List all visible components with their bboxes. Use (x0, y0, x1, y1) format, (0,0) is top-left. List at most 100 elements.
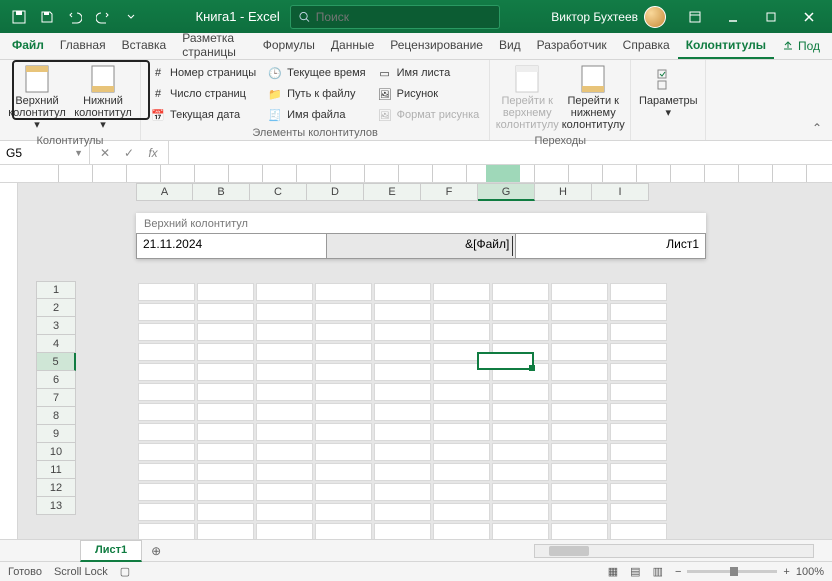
formula-bar: G5 ▼ ✕ ✓ fx (0, 141, 832, 165)
tab-view[interactable]: Вид (491, 33, 529, 59)
fx-icon[interactable]: fx (142, 142, 164, 164)
row-header[interactable]: 6 (36, 371, 76, 389)
horizontal-scrollbar[interactable] (534, 544, 814, 558)
page-header-icon (513, 65, 541, 93)
col-header[interactable]: C (250, 183, 307, 201)
maximize-icon[interactable] (754, 4, 788, 30)
row-header[interactable]: 9 (36, 425, 76, 443)
row-headers[interactable]: 1 2 3 4 5 6 7 8 9 10 11 12 13 (36, 281, 76, 515)
collapse-ribbon-icon[interactable]: ⌃ (808, 120, 826, 136)
tab-page-layout[interactable]: Разметка страницы (174, 33, 254, 59)
column-headers[interactable]: A B C D E F G H I (136, 183, 649, 201)
view-page-break-icon[interactable]: ▥ (653, 565, 663, 578)
status-ready: Готово (8, 566, 42, 578)
file-path-button[interactable]: 📁Путь к файлу (264, 84, 369, 104)
tab-file[interactable]: Файл (4, 33, 52, 59)
picture-icon: 🖼 (378, 87, 392, 101)
row-header[interactable]: 7 (36, 389, 76, 407)
tab-home[interactable]: Главная (52, 33, 114, 59)
row-header[interactable]: 12 (36, 479, 76, 497)
save-icon[interactable] (34, 4, 60, 30)
share-button[interactable]: Под (774, 33, 828, 59)
sheet-tab[interactable]: Лист1 (80, 540, 142, 562)
page-header-icon (23, 65, 51, 93)
tab-help[interactable]: Справка (615, 33, 678, 59)
header-button[interactable]: Верхний колонтитул ▾ (6, 63, 68, 133)
vertical-ruler[interactable] (0, 183, 18, 539)
horizontal-ruler[interactable] (0, 165, 832, 183)
page-number-button[interactable]: #Номер страницы (147, 63, 260, 83)
col-header[interactable]: D (307, 183, 364, 201)
row-header[interactable]: 4 (36, 335, 76, 353)
footer-button[interactable]: Нижний колонтитул ▾ (72, 63, 134, 133)
sheet-tabs: Лист1 ⊕ (0, 539, 832, 561)
row-header[interactable]: 10 (36, 443, 76, 461)
tab-data[interactable]: Данные (323, 33, 382, 59)
col-header[interactable]: E (364, 183, 421, 201)
tab-insert[interactable]: Вставка (114, 33, 175, 59)
file-name-button[interactable]: 🧾Имя файла (264, 105, 369, 125)
current-date-button[interactable]: 📅Текущая дата (147, 105, 260, 125)
ribbon-tabs: Файл Главная Вставка Разметка страницы Ф… (0, 33, 832, 60)
tab-developer[interactable]: Разработчик (529, 33, 615, 59)
tab-icon: ▭ (378, 66, 392, 80)
col-header[interactable]: A (136, 183, 193, 201)
clock-icon: 🕒 (268, 66, 282, 80)
options-button[interactable]: Параметры ▾ (637, 63, 699, 123)
zoom-in-icon[interactable]: + (783, 566, 789, 578)
group-label: Элементы колонтитулов (252, 125, 378, 142)
page-count-button[interactable]: #Число страниц (147, 84, 260, 104)
zoom-control[interactable]: − + 100% (675, 566, 824, 578)
accept-icon[interactable]: ✓ (118, 142, 140, 164)
goto-footer-button[interactable]: Перейти к нижнему колонтитулу (562, 63, 624, 133)
tab-review[interactable]: Рецензирование (382, 33, 491, 59)
hash-icon: # (151, 87, 165, 101)
zoom-out-icon[interactable]: − (675, 566, 681, 578)
header-left[interactable]: 21.11.2024 (137, 234, 326, 258)
header-center[interactable]: &[Файл] (326, 234, 517, 258)
row-header[interactable]: 8 (36, 407, 76, 425)
ribbon-options-icon[interactable] (678, 4, 712, 30)
col-header[interactable]: H (535, 183, 592, 201)
tab-header-footer[interactable]: Колонтитулы (678, 33, 774, 59)
row-header[interactable]: 3 (36, 317, 76, 335)
row-header[interactable]: 1 (36, 281, 76, 299)
view-normal-icon[interactable]: ▦ (608, 565, 618, 578)
formula-input[interactable] (169, 141, 832, 164)
group-label: Переходы (534, 133, 586, 150)
header-row[interactable]: 21.11.2024 &[Файл] Лист1 (136, 233, 706, 259)
picture-button[interactable]: 🖼Рисунок (374, 84, 484, 104)
zoom-slider[interactable] (687, 570, 777, 573)
col-header[interactable]: B (193, 183, 250, 201)
search-input[interactable] (316, 10, 491, 24)
sheet-name-button[interactable]: ▭Имя листа (374, 63, 484, 83)
header-section-label: Верхний колонтитул (136, 213, 706, 233)
header-right[interactable]: Лист1 (516, 234, 705, 258)
autosave-icon[interactable] (6, 4, 32, 30)
qat-dropdown-icon[interactable] (118, 4, 144, 30)
current-time-button[interactable]: 🕒Текущее время (264, 63, 369, 83)
add-sheet-button[interactable]: ⊕ (142, 544, 170, 558)
cell-grid[interactable] (136, 281, 669, 539)
row-header[interactable]: 13 (36, 497, 76, 515)
zoom-level[interactable]: 100% (796, 566, 824, 578)
redo-icon[interactable] (90, 4, 116, 30)
user-account[interactable]: Виктор Бухтеев (551, 6, 666, 28)
page-preview: Верхний колонтитул 21.11.2024 &[Файл] Ли… (136, 213, 706, 259)
row-header[interactable]: 5 (36, 353, 76, 371)
close-icon[interactable] (792, 4, 826, 30)
col-header[interactable]: F (421, 183, 478, 201)
row-header[interactable]: 2 (36, 299, 76, 317)
search-box[interactable] (290, 5, 500, 29)
macro-record-icon[interactable]: ▢ (120, 565, 130, 578)
minimize-icon[interactable] (716, 4, 750, 30)
ribbon: Верхний колонтитул ▾ Нижний колонтитул ▾… (0, 60, 832, 141)
undo-icon[interactable] (62, 4, 88, 30)
row-header[interactable]: 11 (36, 461, 76, 479)
excel-icon: 🧾 (268, 108, 282, 122)
view-page-layout-icon[interactable]: ▤ (630, 565, 640, 578)
page-footer-icon (579, 65, 607, 93)
col-header[interactable]: G (478, 183, 535, 201)
tab-formulas[interactable]: Формулы (255, 33, 323, 59)
col-header[interactable]: I (592, 183, 649, 201)
